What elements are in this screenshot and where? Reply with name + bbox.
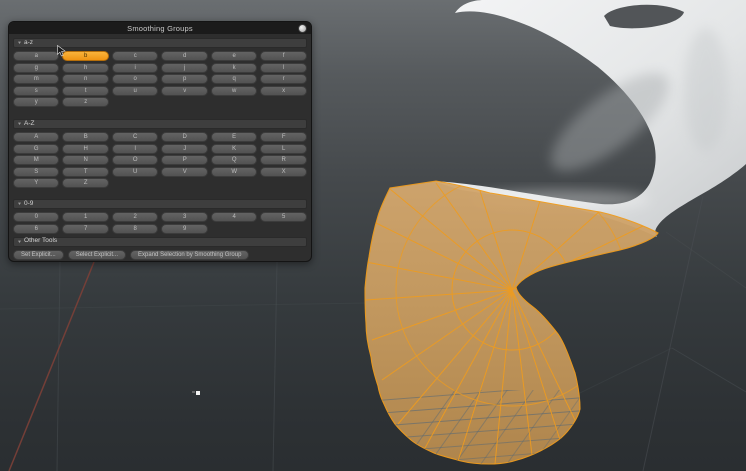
smoothing-group-button-S[interactable]: S (13, 167, 59, 177)
smoothing-group-button-G[interactable]: G (13, 144, 59, 154)
smoothing-group-button-V[interactable]: V (161, 167, 207, 177)
smoothing-group-button-g[interactable]: g (13, 63, 59, 73)
button-row: ABCDEF (13, 132, 307, 142)
panel-titlebar[interactable]: Smoothing Groups (9, 22, 311, 34)
smoothing-group-button-Q[interactable]: Q (211, 155, 257, 165)
smoothing-group-button-c[interactable]: c (112, 51, 158, 61)
smoothing-group-button-m[interactable]: m (13, 74, 59, 84)
button-row: GHIJKL (13, 144, 307, 154)
smoothing-group-button-z[interactable]: z (62, 97, 108, 107)
button-row: 6789 (13, 224, 307, 234)
smoothing-group-button-R[interactable]: R (260, 155, 306, 165)
collapse-triangle-icon: ▾ (18, 202, 21, 207)
section-header-other-tools[interactable]: ▾Other Tools (13, 237, 307, 247)
select-explicit-button[interactable]: Select Explicit... (68, 250, 126, 260)
button-row: ghijkl (13, 63, 307, 73)
collapse-triangle-icon: ▾ (18, 122, 21, 127)
smoothing-group-button-P[interactable]: P (161, 155, 207, 165)
smoothing-group-button-d[interactable]: d (161, 51, 207, 61)
mesh-selected-polygons[interactable] (365, 174, 658, 471)
smoothing-group-button-a[interactable]: a (13, 51, 59, 61)
smoothing-group-button-T[interactable]: T (62, 167, 108, 177)
section-label: A-Z (24, 121, 34, 128)
panel-sections: ▾a-zabcdefghijklmnopqrstuvwxyz▾A-ZABCDEF… (9, 34, 311, 260)
smoothing-group-button-u[interactable]: u (112, 86, 158, 96)
axis-line-x (9, 262, 94, 471)
smoothing-group-button-8[interactable]: 8 (112, 224, 158, 234)
mouse-cursor (57, 45, 69, 58)
button-row: mnopqr (13, 74, 307, 84)
smoothing-group-button-C[interactable]: C (112, 132, 158, 142)
smoothing-group-button-t[interactable]: t (62, 86, 108, 96)
smoothing-group-button-3[interactable]: 3 (161, 212, 207, 222)
modeling-app-viewport-screen: { "panel": { "title": "Smoothing Groups"… (0, 0, 746, 471)
expand-selection-by-smoothing-group-button[interactable]: Expand Selection by Smoothing Group (130, 250, 249, 260)
smoothing-group-button-W[interactable]: W (211, 167, 257, 177)
button-row: 012345 (13, 212, 307, 222)
smoothing-group-button-E[interactable]: E (211, 132, 257, 142)
smoothing-group-button-M[interactable]: M (13, 155, 59, 165)
smoothing-group-button-r[interactable]: r (260, 74, 306, 84)
smoothing-group-button-9[interactable]: 9 (161, 224, 207, 234)
smoothing-group-button-0[interactable]: 0 (13, 212, 59, 222)
smoothing-group-button-s[interactable]: s (13, 86, 59, 96)
smoothing-group-button-J[interactable]: J (161, 144, 207, 154)
smoothing-group-button-6[interactable]: 6 (13, 224, 59, 234)
other-tools-row: Set Explicit... Select Explicit... Expand … (13, 250, 307, 260)
button-row: STUVWX (13, 167, 307, 177)
viewport-pivot-dot (192, 391, 200, 395)
smoothing-group-button-l[interactable]: l (260, 63, 306, 73)
section-label: Other Tools (24, 238, 57, 245)
smoothing-group-button-h[interactable]: h (62, 63, 108, 73)
smoothing-group-button-I[interactable]: I (112, 144, 158, 154)
smoothing-group-button-y[interactable]: y (13, 97, 59, 107)
smoothing-group-button-j[interactable]: j (161, 63, 207, 73)
button-row: yz (13, 97, 307, 107)
smoothing-group-button-q[interactable]: q (211, 74, 257, 84)
collapse-triangle-icon: ▾ (18, 41, 21, 46)
smoothing-group-button-o[interactable]: o (112, 74, 158, 84)
smoothing-group-button-e[interactable]: e (211, 51, 257, 61)
smoothing-group-button-X[interactable]: X (260, 167, 306, 177)
panel-title: Smoothing Groups (127, 24, 193, 33)
mesh-shading (684, 28, 728, 152)
smoothing-group-button-2[interactable]: 2 (112, 212, 158, 222)
smoothing-group-button-Y[interactable]: Y (13, 178, 59, 188)
smoothing-group-button-v[interactable]: v (161, 86, 207, 96)
smoothing-group-button-n[interactable]: n (62, 74, 108, 84)
smoothing-group-button-A[interactable]: A (13, 132, 59, 142)
collapse-triangle-icon: ▾ (18, 239, 21, 244)
smoothing-groups-panel: Smoothing Groups ▾a-zabcdefghijklmnopqrs… (8, 21, 312, 262)
smoothing-group-button-f[interactable]: f (260, 51, 306, 61)
button-row: YZ (13, 178, 307, 188)
smoothing-group-button-w[interactable]: w (211, 86, 257, 96)
smoothing-group-button-7[interactable]: 7 (62, 224, 108, 234)
smoothing-group-button-5[interactable]: 5 (260, 212, 306, 222)
smoothing-group-button-B[interactable]: B (62, 132, 108, 142)
smoothing-group-button-k[interactable]: k (211, 63, 257, 73)
smoothing-group-button-D[interactable]: D (161, 132, 207, 142)
section-label: 0-9 (24, 201, 33, 208)
smoothing-group-button-U[interactable]: U (112, 167, 158, 177)
smoothing-group-button-K[interactable]: K (211, 144, 257, 154)
smoothing-group-button-L[interactable]: L (260, 144, 306, 154)
smoothing-group-button-b[interactable]: b (62, 51, 108, 61)
section-header-0-9[interactable]: ▾0-9 (13, 199, 307, 209)
smoothing-group-button-i[interactable]: i (112, 63, 158, 73)
smoothing-group-button-F[interactable]: F (260, 132, 306, 142)
smoothing-group-button-O[interactable]: O (112, 155, 158, 165)
button-row: MNOPQR (13, 155, 307, 165)
section-label: a-z (24, 40, 33, 47)
smoothing-group-button-p[interactable]: p (161, 74, 207, 84)
smoothing-group-button-4[interactable]: 4 (211, 212, 257, 222)
smoothing-group-button-Z[interactable]: Z (62, 178, 108, 188)
button-row: stuvwx (13, 86, 307, 96)
smoothing-group-button-x[interactable]: x (260, 86, 306, 96)
section-header-a-z[interactable]: ▾A-Z (13, 119, 307, 129)
set-explicit-button[interactable]: Set Explicit... (13, 250, 64, 260)
smoothing-group-button-H[interactable]: H (62, 144, 108, 154)
smoothing-group-button-1[interactable]: 1 (62, 212, 108, 222)
panel-menu-button[interactable] (298, 24, 307, 33)
smoothing-group-button-N[interactable]: N (62, 155, 108, 165)
